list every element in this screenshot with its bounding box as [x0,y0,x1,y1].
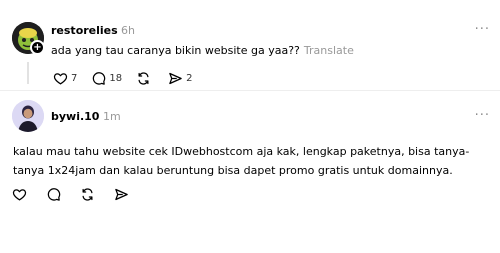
reply-button[interactable] [46,187,61,202]
heart-icon [53,73,68,85]
post-text-content: ada yang tau caranya bikin website ga ya… [51,44,300,57]
heart-icon [12,189,27,201]
send-icon [115,188,128,201]
comment-icon [47,188,61,201]
like-count: 7 [71,73,78,84]
reply-text: kalau mau tahu website cek IDwebhostcom … [13,145,470,177]
thread-connector-line [27,62,29,84]
repost-button[interactable] [136,71,154,86]
reply-button[interactable]: 18 [91,71,122,86]
follow-plus-button[interactable]: + [30,40,45,55]
repost-button[interactable] [80,187,95,202]
avatar-image [12,100,44,132]
repost-icon [138,72,149,85]
share-count: 2 [186,73,193,84]
post-username[interactable]: restorelies [51,24,118,37]
like-button[interactable] [12,187,27,202]
thread-post: + restorelies 6h ··· ada yang tau carany… [0,0,500,90]
more-options-button[interactable]: ··· [475,108,490,123]
reply-count: 18 [109,73,123,84]
share-button[interactable] [114,187,129,202]
send-icon [169,72,182,85]
post-actions: 7 18 2 [53,71,206,86]
repost-icon [82,188,93,201]
share-button[interactable]: 2 [168,71,192,86]
like-button[interactable]: 7 [53,71,77,86]
reply-timestamp: 1m [103,110,121,123]
post-text: ada yang tau caranya bikin website ga ya… [51,41,354,60]
reply-post: bywi.10 1m ··· kalau mau tahu website ce… [0,90,500,253]
more-options-button[interactable]: ··· [475,22,490,37]
translate-link[interactable]: Translate [304,44,354,57]
reply-actions [12,187,148,202]
reply-username[interactable]: bywi.10 [51,110,99,123]
post-timestamp: 6h [121,24,135,37]
avatar[interactable] [12,100,44,132]
comment-icon [93,72,106,85]
